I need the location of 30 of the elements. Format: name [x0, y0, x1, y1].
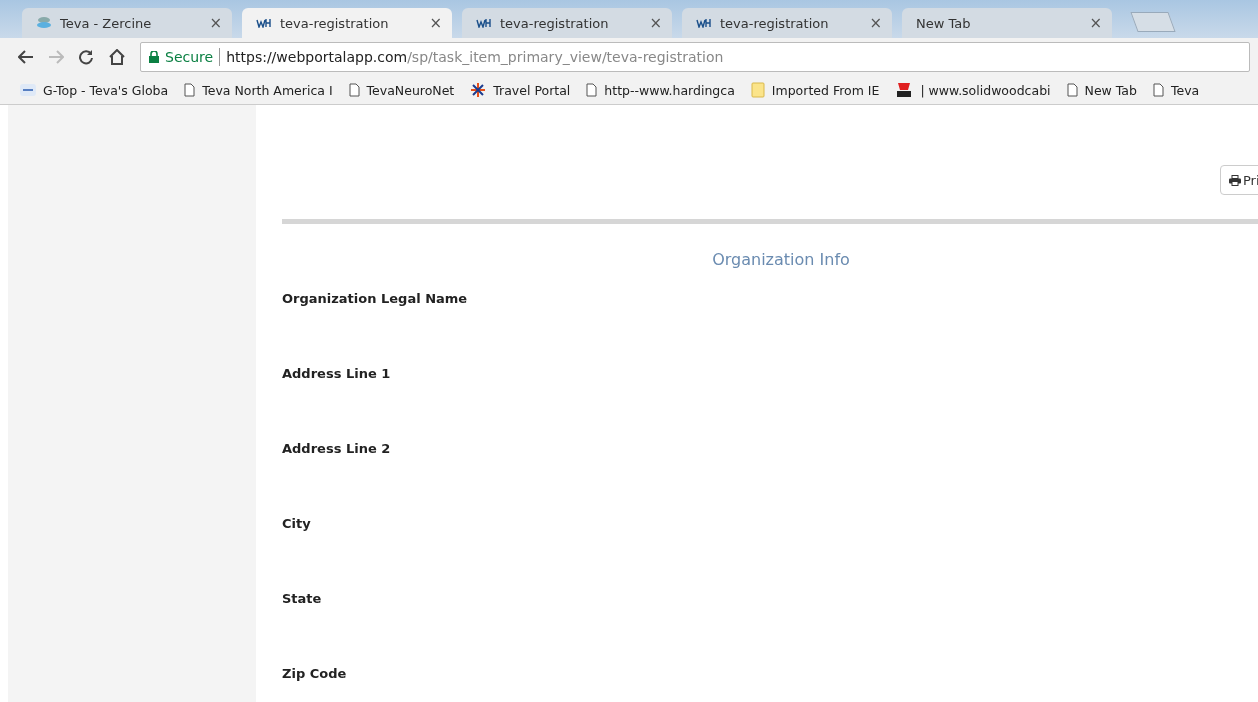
bookmark-link[interactable]: Imported From IE	[750, 82, 880, 98]
field-label: Address Line 1	[282, 366, 392, 383]
browser-tab[interactable]: teva-registration ×	[682, 8, 892, 38]
field-label: City	[282, 516, 312, 533]
field-label: Zip Code	[282, 666, 348, 683]
field-label: Address Line 2	[282, 441, 392, 458]
secure-label: Secure	[165, 49, 214, 65]
print-button[interactable]: Pri	[1220, 165, 1258, 195]
browser-tab[interactable]: teva-registration ×	[462, 8, 672, 38]
close-icon[interactable]: ×	[429, 14, 442, 32]
browser-tab[interactable]: Teva - Zercine ×	[22, 8, 232, 38]
bookmark-link[interactable]: http--www.hardingca	[586, 82, 735, 98]
url-text: https://webportalapp.com/sp/task_item_primary_view/teva-registration	[226, 49, 724, 65]
close-icon[interactable]: ×	[1089, 14, 1102, 32]
close-icon[interactable]: ×	[869, 14, 882, 32]
bookmark-link[interactable]: Travel Portal	[470, 82, 571, 98]
section-title: Organization Info	[711, 250, 851, 269]
bookmark-link[interactable]: New Tab	[1066, 82, 1137, 98]
field-label: Organization Legal Name	[282, 291, 469, 308]
bookmark-link[interactable]: Teva	[1152, 82, 1200, 98]
close-icon[interactable]: ×	[209, 14, 222, 32]
browser-tab[interactable]: teva-registration ×	[242, 8, 452, 38]
close-icon[interactable]: ×	[649, 14, 662, 32]
bookmark-link[interactable]: Teva North America I	[184, 82, 333, 98]
address-bar[interactable]: Secure https://webportalapp.com/sp/task_item_primary_view/teva-registration	[140, 42, 1250, 72]
browser-tab[interactable]: New Tab ×	[902, 8, 1112, 38]
bookmark-link[interactable]: G-Top - Teva's Globa	[20, 82, 169, 98]
bookmark-link[interactable]: TevaNeuroNet	[348, 82, 455, 98]
field-label: State	[282, 591, 323, 608]
bookmark-link[interactable]: | www.solidwoodcabi	[895, 82, 1051, 98]
